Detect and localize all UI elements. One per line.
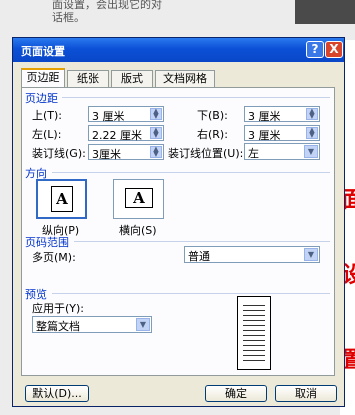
apply-to-select[interactable]: 整篇文档 ▼ xyxy=(32,316,152,333)
default-button[interactable]: 默认(D)... xyxy=(25,385,89,402)
gutter-label: 装订线(G): xyxy=(32,147,86,160)
spin-arrows-icon[interactable]: ▲ ▼ xyxy=(150,108,162,120)
left-margin-label: 左(L): xyxy=(32,128,62,141)
tab-layout[interactable]: 版式 xyxy=(111,70,153,87)
section-pages: 页码范围 xyxy=(25,236,69,249)
bottom-margin-input[interactable]: 3 厘米 ▲ ▼ xyxy=(244,106,320,123)
dialog-title: 页面设置 xyxy=(21,45,65,58)
section-margins: 页边距 xyxy=(25,92,58,105)
top-margin-input[interactable]: 3 厘米 ▲ ▼ xyxy=(88,106,164,123)
bottom-margin-label: 下(B): xyxy=(197,109,228,122)
gutter-position-value: 左 xyxy=(248,147,259,160)
document-text-line: 面设置，会出现它的对 xyxy=(52,0,162,11)
portrait-icon: A xyxy=(51,186,73,212)
section-divider xyxy=(52,172,330,173)
section-divider xyxy=(74,241,330,242)
apply-to-label: 应用于(Y): xyxy=(32,302,85,315)
preview-line xyxy=(243,330,265,331)
right-margin-label: 右(R): xyxy=(197,128,228,141)
section-divider xyxy=(52,293,330,294)
gutter-position-label: 装订线位置(U): xyxy=(168,147,244,160)
gutter-input[interactable]: 3厘米 ▲ ▼ xyxy=(88,144,164,161)
page-preview xyxy=(237,296,271,370)
background-dark-area xyxy=(295,0,355,24)
preview-line xyxy=(243,325,265,326)
help-button[interactable]: ? xyxy=(306,41,324,58)
tab-panel: 页边距 上(T): 3 厘米 ▲ ▼ 下(B): 3 厘米 ▲ ▼ 左(L): 2.… xyxy=(21,87,335,376)
apply-to-value: 整篇文档 xyxy=(36,320,80,333)
multiple-pages-select[interactable]: 普通 ▼ xyxy=(184,246,320,263)
top-margin-value: 3 厘米 xyxy=(92,110,125,123)
ok-button[interactable]: 确定 xyxy=(205,385,267,402)
left-margin-input[interactable]: 2.22 厘米 ▲ ▼ xyxy=(88,125,164,142)
document-text-line: 话框。 xyxy=(52,11,85,24)
tab-paper[interactable]: 纸张 xyxy=(67,70,109,87)
right-margin-input[interactable]: 3 厘米 ▲ ▼ xyxy=(244,125,320,142)
dialog-titlebar[interactable]: 页面设置 ? X xyxy=(13,38,344,62)
landscape-label[interactable]: 横向(S) xyxy=(119,222,157,238)
portrait-option[interactable]: A xyxy=(36,179,87,219)
right-margin-value: 3 厘米 xyxy=(248,129,281,142)
cancel-button[interactable]: 取消 xyxy=(275,385,337,402)
tab-margins[interactable]: 页边距 xyxy=(21,68,65,88)
page-setup-dialog: 页面设置 ? X 页边距 纸张 版式 文档网格 页边距 上(T): 3 厘米 ▲… xyxy=(12,37,345,407)
chevron-down-icon[interactable]: ▼ xyxy=(304,145,318,158)
preview-line xyxy=(243,345,265,346)
document-text: 面设置，会出现它的对 话框。 xyxy=(52,0,162,24)
spin-arrows-icon[interactable]: ▲ ▼ xyxy=(150,146,162,158)
close-button[interactable]: X xyxy=(325,41,343,58)
chevron-down-icon[interactable]: ▼ xyxy=(136,318,150,331)
spin-arrows-icon[interactable]: ▲ ▼ xyxy=(150,127,162,139)
multiple-pages-label: 多页(M): xyxy=(32,251,76,264)
chevron-down-icon[interactable]: ▼ xyxy=(304,248,318,261)
top-margin-label: 上(T): xyxy=(32,109,63,122)
preview-line xyxy=(243,310,265,311)
multiple-pages-value: 普通 xyxy=(188,250,210,263)
gutter-value: 3厘米 xyxy=(92,148,121,161)
landscape-option[interactable]: A xyxy=(113,179,164,219)
preview-line xyxy=(243,360,265,361)
preview-line xyxy=(243,305,265,306)
gutter-position-select[interactable]: 左 ▼ xyxy=(244,143,320,160)
section-divider xyxy=(62,97,330,98)
preview-line xyxy=(243,315,265,316)
preview-line xyxy=(243,355,265,356)
preview-line xyxy=(243,350,265,351)
preview-line xyxy=(243,340,265,341)
tab-document-grid[interactable]: 文档网格 xyxy=(155,70,215,87)
spin-arrows-icon[interactable]: ▲ ▼ xyxy=(306,108,318,120)
landscape-icon: A xyxy=(125,188,153,208)
spin-arrows-icon[interactable]: ▲ ▼ xyxy=(306,127,318,139)
bottom-margin-value: 3 厘米 xyxy=(248,110,281,123)
preview-line xyxy=(243,320,265,321)
left-margin-value: 2.22 厘米 xyxy=(92,129,142,142)
preview-line xyxy=(243,335,265,336)
